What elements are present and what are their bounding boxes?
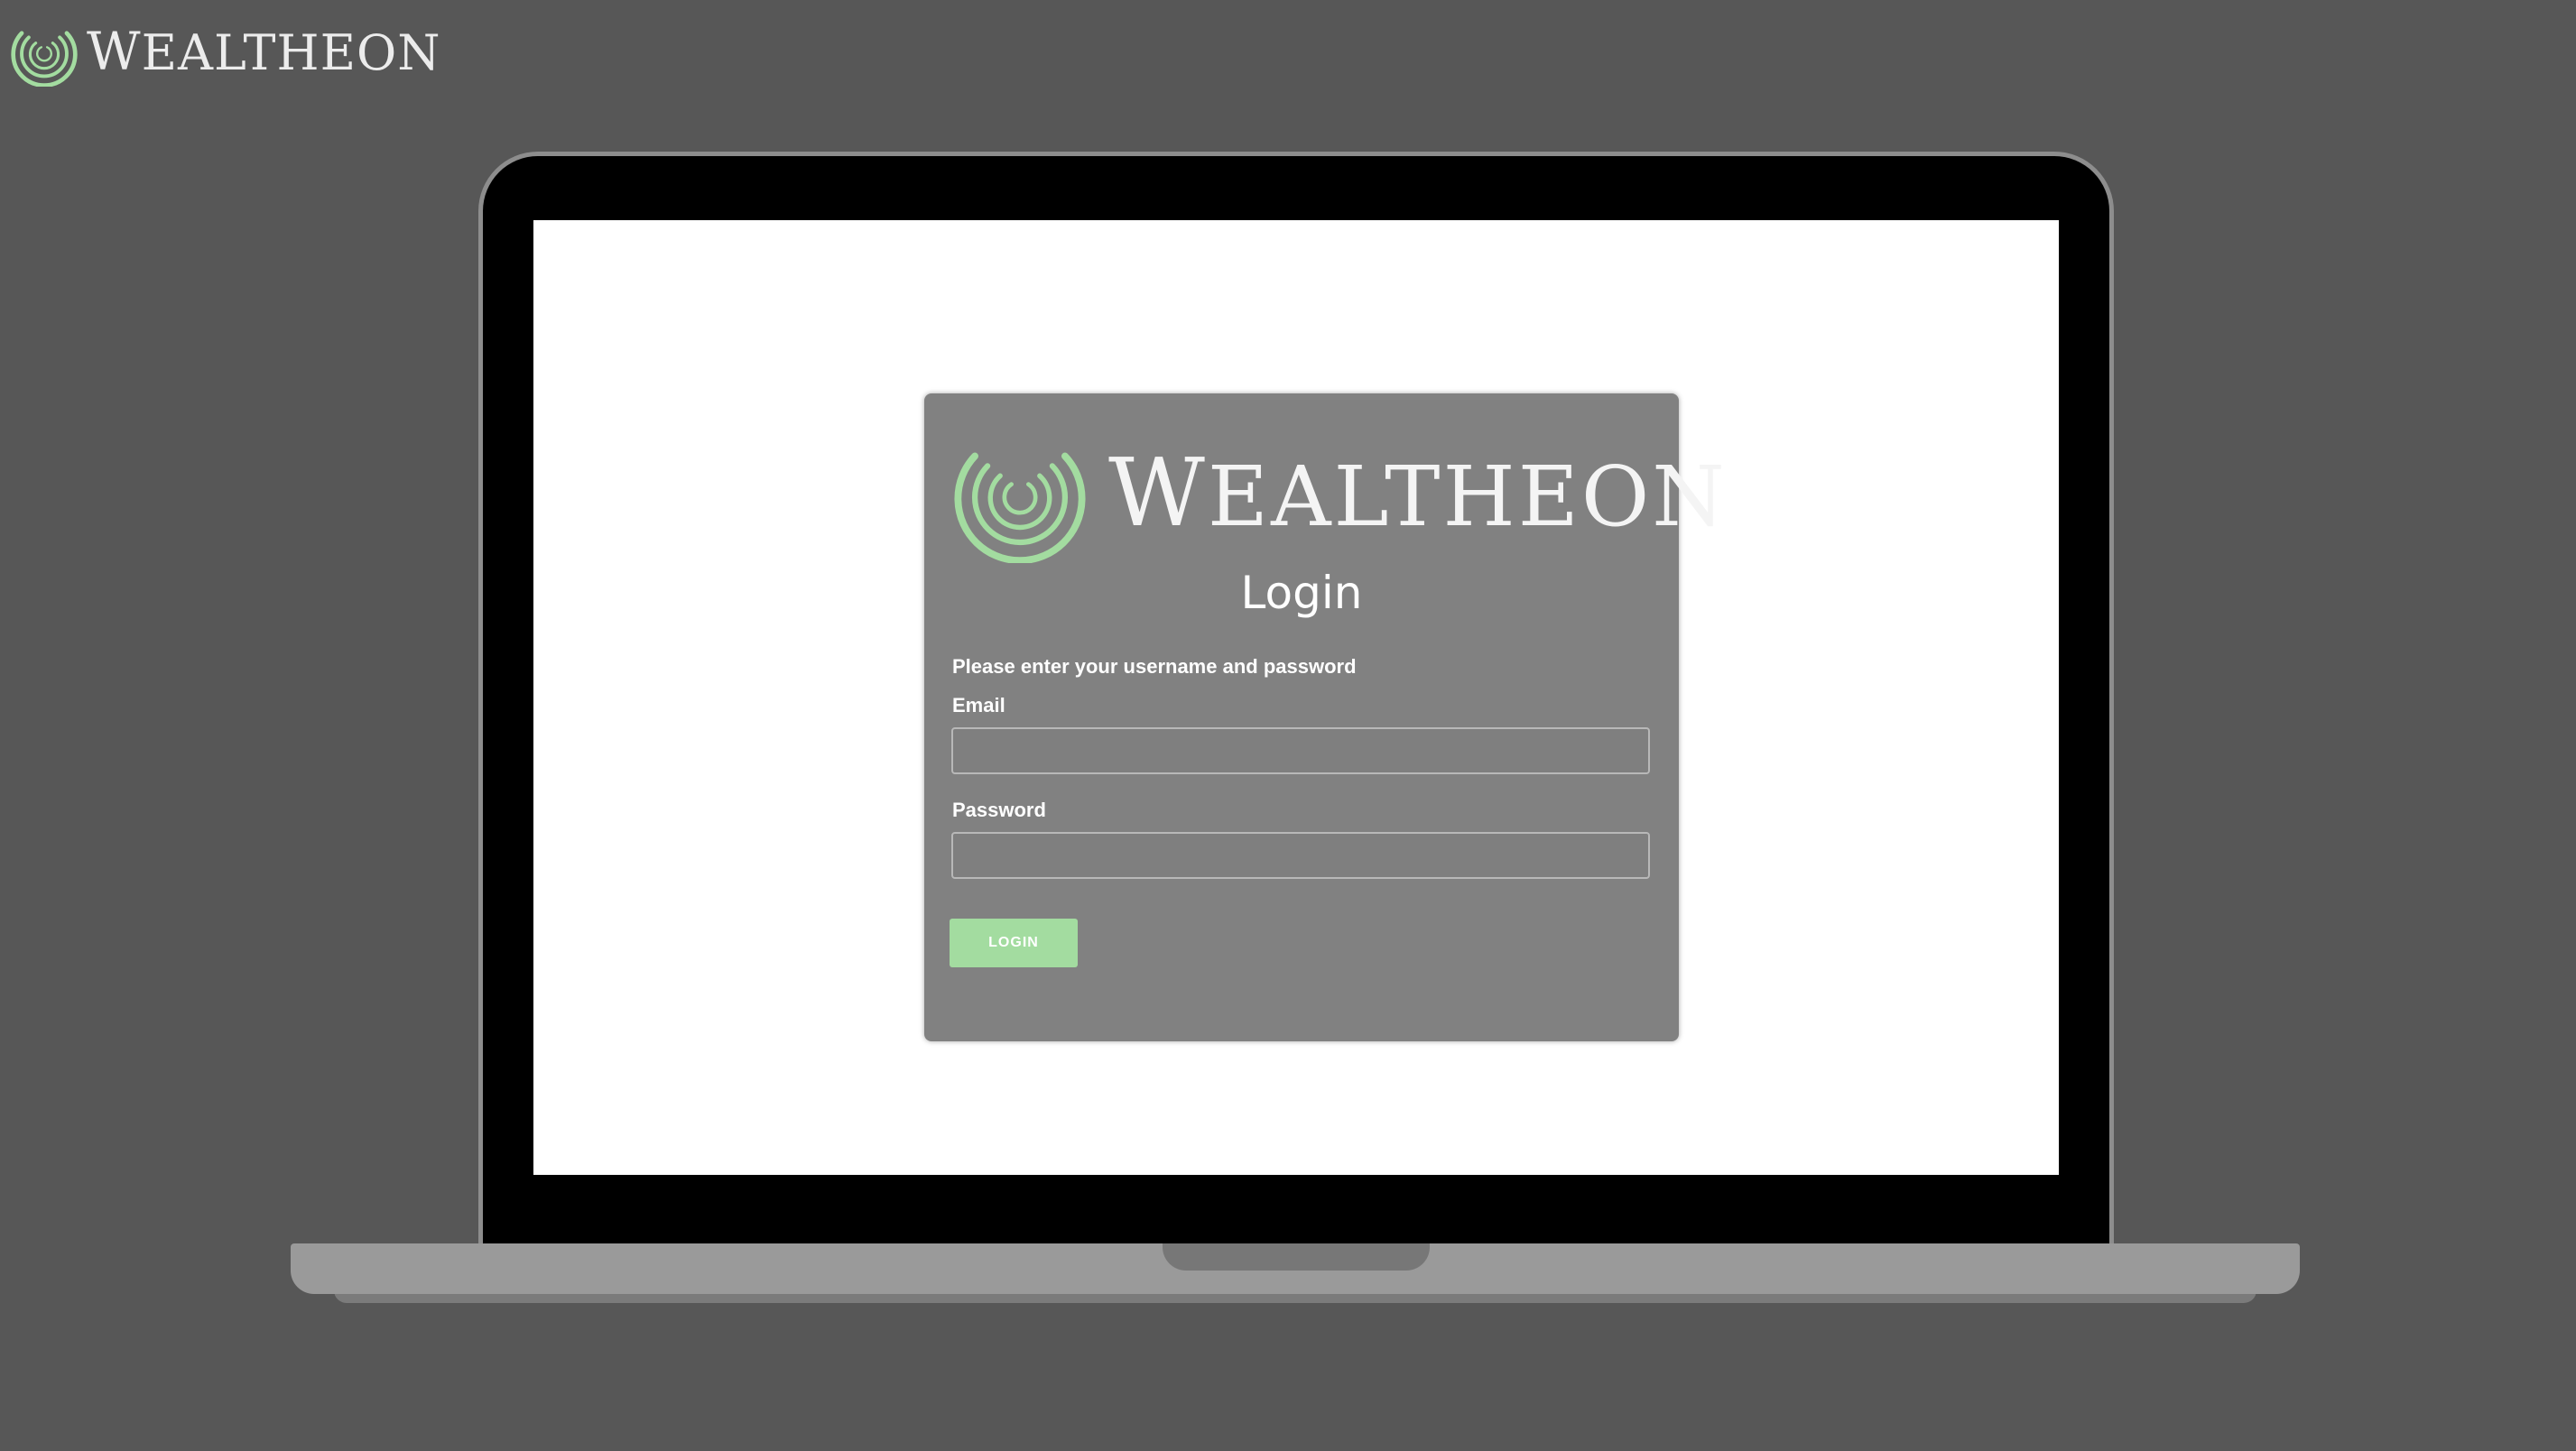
login-card-logo: WEALTHEON	[950, 421, 1728, 565]
login-card-wordmark: WEALTHEON	[1108, 446, 1728, 540]
presentation-slide: WEALTHEON WEALTHEON Login Please enter y…	[0, 0, 2576, 1451]
wealtheon-swirl-icon	[954, 452, 1086, 563]
corner-brand-rest: EALTHEON	[141, 24, 441, 81]
login-instructions: Please enter your username and password	[952, 655, 1357, 678]
email-label: Email	[952, 694, 1005, 716]
login-button[interactable]: LOGIN	[950, 919, 1078, 967]
login-card-brand-rest: EALTHEON	[1207, 448, 1728, 545]
wealtheon-swirl-icon	[11, 31, 78, 87]
password-field[interactable]	[951, 832, 1650, 879]
password-label: Password	[952, 799, 1046, 821]
login-card: WEALTHEON Login Please enter your userna…	[924, 393, 1725, 1041]
email-field[interactable]	[951, 727, 1650, 774]
corner-brand-logo: WEALTHEON	[9, 16, 441, 87]
corner-brand-initial: W	[87, 21, 142, 82]
login-title: Login	[1240, 567, 1363, 619]
login-card-brand-initial: W	[1108, 438, 1208, 548]
corner-brand-wordmark: WEALTHEON	[87, 25, 441, 78]
laptop-notch	[1163, 1243, 1430, 1271]
